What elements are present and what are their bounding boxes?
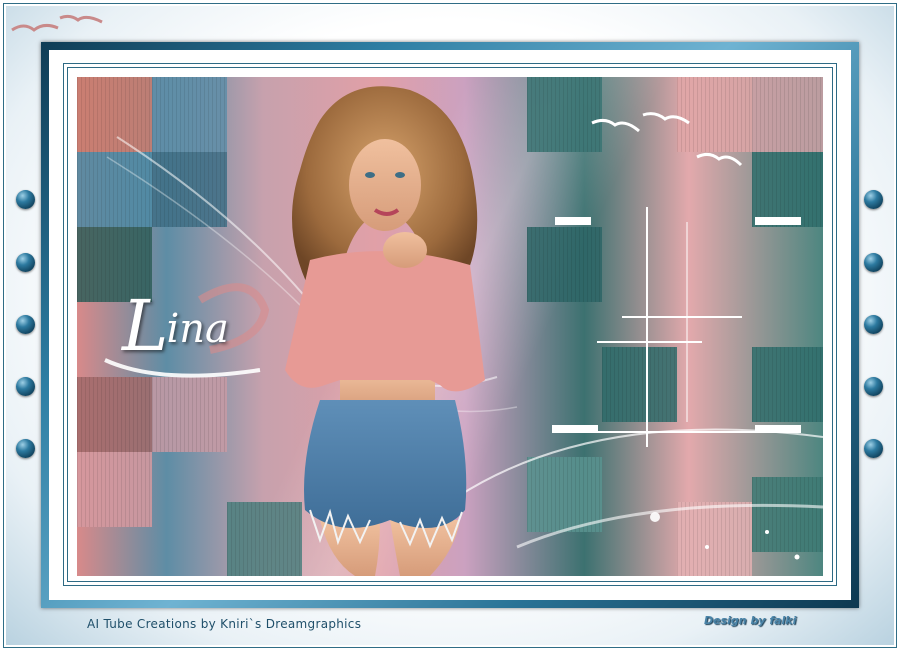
side-dot-right [864,190,883,209]
artwork-canvas: Lina AI Tube Creations by Kniri`s Dreamg… [0,0,900,651]
bird-icon [59,14,103,24]
credit-design: Design by falki [704,614,797,627]
woman-figure [285,86,485,576]
signature-rest: ina [166,306,229,352]
bird-icon [11,23,59,32]
side-dot-right [864,253,883,272]
signature-lina: Lina [122,285,229,367]
side-dot-left [16,190,35,209]
side-dot-right [864,377,883,396]
side-dot-left [16,377,35,396]
side-dot-left [16,439,35,458]
side-dot-right [864,439,883,458]
credit-tube: AI Tube Creations by Kniri`s Dreamgraphi… [87,617,362,631]
signature-initial: L [122,285,169,367]
side-dot-right [864,315,883,334]
side-dot-left [16,253,35,272]
side-dot-left [16,315,35,334]
